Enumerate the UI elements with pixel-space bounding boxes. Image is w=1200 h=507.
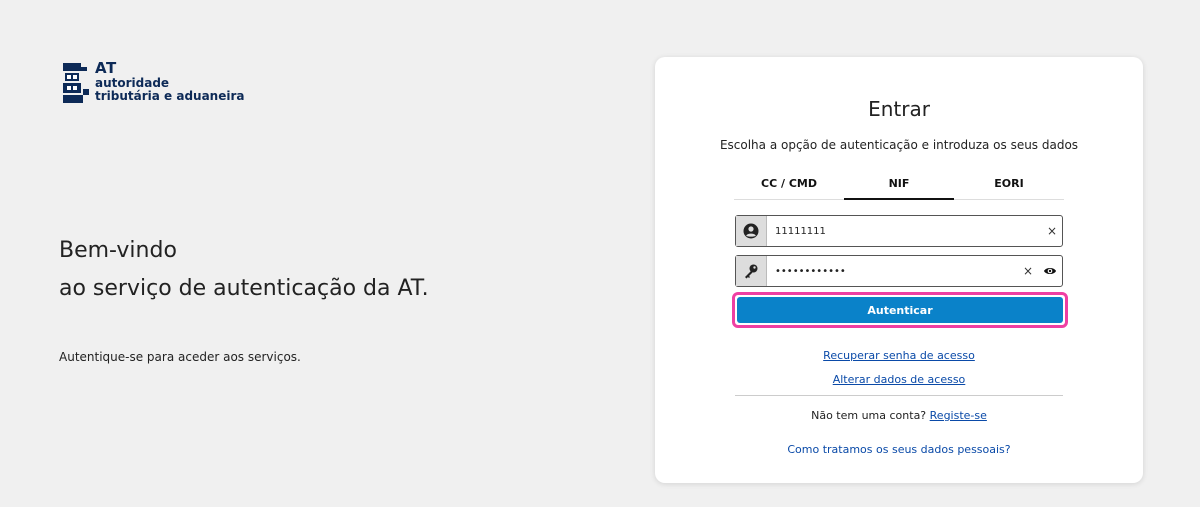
at-emblem-icon <box>63 63 89 103</box>
tab-cc-cmd[interactable]: CC / CMD <box>734 169 844 199</box>
login-instruction: Escolha a opção de autenticação e introd… <box>719 138 1079 152</box>
password-input[interactable] <box>767 264 1018 278</box>
welcome-title: Bem-vindo <box>59 238 177 263</box>
at-logo: AT autoridade tributária e aduaneira <box>61 61 245 107</box>
privacy-row: Como tratamos os seus dados pessoais? <box>655 443 1143 456</box>
authenticate-button[interactable]: Autenticar <box>737 297 1063 323</box>
no-account-text: Não tem uma conta? <box>811 409 927 422</box>
auth-method-tabs: CC / CMD NIF EORI <box>734 169 1064 200</box>
nif-clear-icon[interactable]: × <box>1042 224 1062 238</box>
login-title: Entrar <box>868 97 930 121</box>
password-clear-icon[interactable]: × <box>1018 264 1038 278</box>
tab-eori[interactable]: EORI <box>954 169 1064 199</box>
welcome-section: Bem-vindo ao serviço de autenticação da … <box>59 232 429 364</box>
key-icon <box>745 264 758 279</box>
nif-input[interactable] <box>767 224 1042 238</box>
logo-line-1: autoridade <box>95 76 170 90</box>
tab-nif[interactable]: NIF <box>844 169 954 200</box>
login-card: Entrar Escolha a opção de autenticação e… <box>655 57 1143 483</box>
change-access-data-link[interactable]: Alterar dados de acesso <box>833 373 966 386</box>
register-row: Não tem uma conta? Registe-se <box>655 409 1143 422</box>
password-field: × <box>735 255 1063 287</box>
user-circle-icon <box>743 223 759 239</box>
logo-line-2: tributária e aduaneira <box>95 89 245 103</box>
key-icon-box <box>736 256 767 286</box>
register-link[interactable]: Registe-se <box>930 409 987 422</box>
logo-abbr: AT <box>95 59 117 77</box>
user-icon-box <box>736 216 767 246</box>
welcome-description: Autentique-se para aceder aos serviços. <box>59 350 301 364</box>
eye-icon[interactable] <box>1038 265 1062 277</box>
recover-link-row: Recuperar senha de acesso <box>655 349 1143 362</box>
nif-field: × <box>735 215 1063 247</box>
submit-highlight: Autenticar <box>732 292 1068 328</box>
privacy-link[interactable]: Como tratamos os seus dados pessoais? <box>787 443 1010 456</box>
welcome-subtitle-heading: ao serviço de autenticação da AT. <box>59 276 429 301</box>
recover-password-link[interactable]: Recuperar senha de acesso <box>823 349 975 362</box>
links-divider <box>735 395 1063 396</box>
change-link-row: Alterar dados de acesso <box>655 373 1143 386</box>
